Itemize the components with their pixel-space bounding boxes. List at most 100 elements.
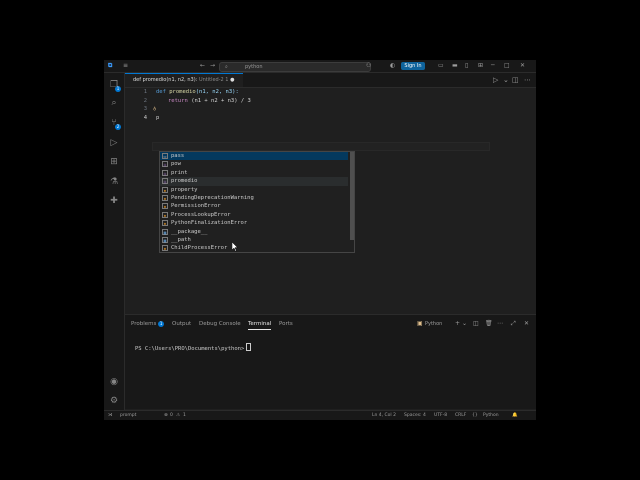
function-name: promedio: [169, 89, 196, 95]
maximize-panel-icon[interactable]: ⤢: [511, 319, 516, 329]
tab-detail: Untitled-2 1: [198, 77, 229, 83]
panel-more-icon[interactable]: ⋯: [497, 319, 503, 329]
suggestion-item[interactable]: ◈ property: [160, 186, 348, 194]
close-panel-icon[interactable]: ✕: [524, 319, 529, 329]
testing-icon[interactable]: ⚗: [108, 176, 120, 188]
explorer-icon[interactable]: ❐ 1: [108, 79, 121, 92]
class-icon: ◈: [162, 203, 168, 210]
terminal-prompt: PS C:\Users\PRO\Documents\python>: [135, 346, 245, 352]
tab-problems[interactable]: Problems 1: [131, 319, 165, 329]
cursor-position[interactable]: Ln 4, Col 2: [372, 411, 396, 420]
run-dropdown-icon[interactable]: ⌄: [503, 73, 509, 87]
more-actions-icon[interactable]: ⋯: [524, 73, 531, 87]
problems-count-badge: 1: [158, 321, 165, 327]
function-icon: ◎: [162, 161, 168, 168]
kill-terminal-icon[interactable]: 🗑: [485, 319, 493, 329]
tab-terminal[interactable]: Terminal: [248, 319, 272, 330]
back-arrow-icon[interactable]: ←: [200, 60, 205, 72]
notifications-bell-icon[interactable]: 🔔: [512, 411, 518, 420]
tab-output[interactable]: Output: [172, 319, 191, 329]
minimize-icon[interactable]: ─: [491, 60, 495, 72]
title-bar: ⧉ ≡ ← → ⌕ python ⚇ ◐ Sign In ▭ ▬ ▯ ⊞ ─ □…: [104, 60, 536, 73]
new-terminal-icon[interactable]: +: [455, 319, 460, 329]
python-icon[interactable]: ✚: [108, 195, 120, 207]
suggestion-item[interactable]: ◈ PythonFinalizationError: [160, 219, 348, 227]
suggestion-item[interactable]: ◈ PendingDeprecationWarning: [160, 194, 348, 202]
language-mode[interactable]: Python: [483, 411, 499, 420]
toggle-secondary-sidebar-icon[interactable]: ▯: [465, 60, 468, 72]
code-editor[interactable]: 1 2 3 4 def promedio(n1, n2, n3): return…: [125, 88, 536, 313]
terminal-name[interactable]: Python: [425, 319, 442, 329]
suggestion-item[interactable]: ▭ pass: [160, 152, 348, 161]
copilot-icon[interactable]: ⚇: [366, 60, 371, 72]
warnings-icon[interactable]: ⚠: [176, 411, 180, 420]
encoding[interactable]: UTF-8: [434, 411, 447, 420]
vscode-logo-icon: ⧉: [108, 62, 113, 69]
suggestion-item[interactable]: ◎ print: [160, 169, 348, 177]
class-icon: ◈: [162, 186, 168, 193]
toggle-sidebar-icon[interactable]: ▭: [438, 60, 444, 72]
split-terminal-icon[interactable]: ◫: [473, 319, 479, 329]
sign-in-button[interactable]: Sign In: [401, 62, 425, 70]
function-icon: ◎: [162, 178, 168, 185]
command-center-search[interactable]: ⌕ python: [219, 62, 371, 72]
unsaved-dot-icon[interactable]: ●: [230, 77, 234, 83]
source-control-badge: 2: [115, 124, 121, 130]
close-window-icon[interactable]: ✕: [520, 60, 525, 72]
accounts-icon[interactable]: ◉: [108, 376, 120, 388]
class-icon: ◈: [162, 195, 168, 201]
tab-label: def promedio(n1, n2, n3):: [133, 77, 198, 83]
function-args: (n1, n2, n3):: [195, 89, 239, 95]
remote-indicator-icon[interactable]: ⋊: [108, 411, 113, 420]
run-file-icon[interactable]: ▷: [493, 73, 498, 87]
run-debug-icon[interactable]: ▷: [108, 137, 120, 149]
split-editor-icon[interactable]: ◫: [512, 73, 519, 87]
suggestion-item[interactable]: ◎ pow: [160, 160, 348, 168]
vscode-window: ⧉ ≡ ← → ⌕ python ⚇ ◐ Sign In ▭ ▬ ▯ ⊞ ─ □…: [104, 60, 536, 420]
suggestion-item[interactable]: ▣ __package__: [160, 228, 348, 236]
language-braces-icon[interactable]: {}: [472, 411, 478, 420]
suggestion-item[interactable]: ◈ ChildProcessError: [160, 244, 348, 252]
source-control-icon[interactable]: ⑂ 2: [108, 117, 121, 130]
restore-icon[interactable]: □: [504, 60, 510, 72]
end-of-line[interactable]: CRLF: [455, 411, 466, 420]
return-expression: (n1 + n2 + n3) / 3: [191, 98, 251, 104]
suggestion-item[interactable]: ▣ __path: [160, 236, 348, 244]
code-line-2: return (n1 + n2 + n3) / 3: [168, 98, 251, 104]
suggestion-item[interactable]: ◈ PermissionError: [160, 202, 348, 210]
menu-icon[interactable]: ≡: [123, 60, 128, 72]
account-icon[interactable]: ◐: [390, 60, 395, 72]
status-bar: ⋊ prompt ⊗ 0 ⚠ 1 Ln 4, Col 2 Spaces: 4 U…: [104, 410, 536, 420]
toggle-panel-icon[interactable]: ▬: [452, 60, 458, 72]
editor-tabs: def promedio(n1, n2, n3): Untitled-2 1 ●…: [125, 73, 536, 88]
tab-untitled-2[interactable]: def promedio(n1, n2, n3): Untitled-2 1 ●: [125, 73, 243, 87]
variable-icon: ▣: [162, 228, 168, 235]
search-icon[interactable]: ⌕: [108, 97, 120, 109]
suggestion-item[interactable]: ◎ promedio: [160, 177, 348, 186]
customize-layout-icon[interactable]: ⊞: [478, 60, 483, 72]
function-icon: ◎: [162, 169, 168, 176]
settings-gear-icon[interactable]: ⚙: [108, 395, 120, 407]
class-icon: ◈: [162, 245, 168, 252]
forward-arrow-icon[interactable]: →: [210, 60, 215, 72]
code-line-4: p: [156, 115, 160, 121]
line-number: 2: [143, 98, 147, 104]
tab-debug-console[interactable]: Debug Console: [199, 319, 241, 329]
line-number: 3: [143, 106, 147, 112]
warnings-count: 1: [183, 413, 186, 418]
terminal-dropdown-icon[interactable]: ⌄: [462, 319, 467, 329]
terminal-output[interactable]: PS C:\Users\PRO\Documents\python>: [135, 343, 252, 352]
class-icon: ◈: [162, 211, 168, 218]
mouse-pointer-icon: [232, 242, 238, 252]
errors-icon[interactable]: ⊗: [164, 411, 168, 420]
suggestion-item[interactable]: ◈ ProcessLookupError: [160, 211, 348, 219]
status-remote-name[interactable]: prompt: [120, 411, 136, 420]
current-line-highlight: [152, 142, 490, 151]
extensions-icon[interactable]: ⊞: [108, 156, 120, 168]
search-text: python: [245, 64, 263, 70]
indentation[interactable]: Spaces: 4: [404, 411, 426, 420]
bottom-panel: Problems 1 Output Debug Console Terminal…: [125, 314, 536, 409]
suggest-scrollbar[interactable]: [350, 152, 354, 240]
tab-ports[interactable]: Ports: [279, 319, 293, 329]
lightbulb-icon[interactable]: ♁: [153, 106, 156, 112]
